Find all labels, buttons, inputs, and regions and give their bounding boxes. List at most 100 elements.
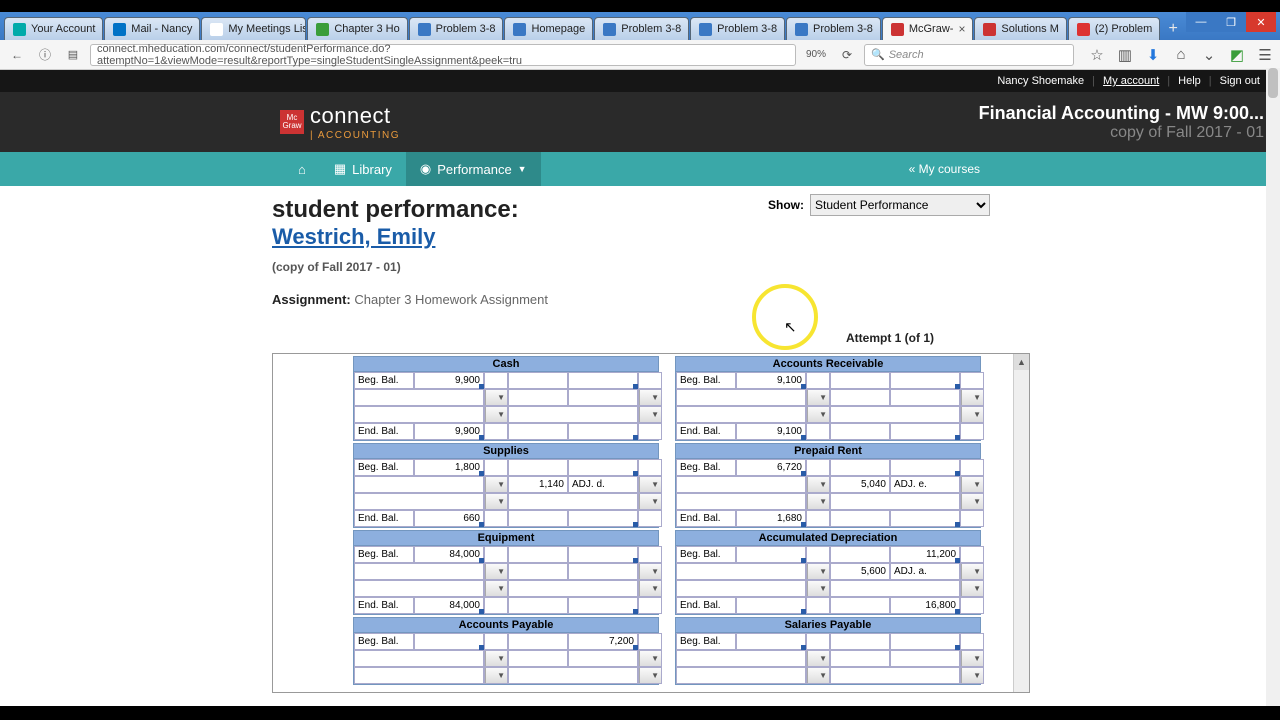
browser-tab[interactable]: Your Account [4,17,103,40]
t-cell[interactable]: ▼ [484,667,508,684]
browser-tab[interactable]: Problem 3-8 [409,17,504,40]
url-input[interactable]: connect.mheducation.com/connect/studentP… [90,44,796,66]
t-cell[interactable]: ▼ [484,406,508,423]
t-cell[interactable]: ▼ [484,493,508,510]
browser-tab[interactable]: (2) Problem [1068,17,1160,40]
t-cell[interactable]: ▼ [484,580,508,597]
reload-button[interactable]: ⟳ [836,44,858,66]
pocket-icon[interactable]: ⌄ [1200,46,1218,64]
dropdown-button[interactable]: ▼ [639,668,661,683]
dropdown-button[interactable]: ▼ [485,564,507,579]
dropdown-button[interactable]: ▼ [961,668,983,683]
student-link[interactable]: Westrich, Emily [272,224,435,249]
dropdown-button[interactable]: ▼ [807,564,829,579]
browser-tab[interactable]: Solutions M [974,17,1066,40]
dropdown-button[interactable]: ▼ [807,477,829,492]
dropdown-button[interactable]: ▼ [961,564,983,579]
dropdown-button[interactable]: ▼ [485,581,507,596]
menu-icon[interactable]: ☰ [1256,46,1274,64]
t-cell[interactable]: ▼ [484,650,508,667]
dropdown-button[interactable]: ▼ [961,494,983,509]
dropdown-button[interactable]: ▼ [961,407,983,422]
identity-icon[interactable]: ⓘ [34,44,56,66]
t-cell[interactable]: ▼ [960,476,984,493]
t-cell[interactable]: ▼ [960,493,984,510]
t-cell[interactable]: ▼ [960,580,984,597]
t-cell[interactable]: ▼ [806,406,830,423]
show-select[interactable]: Student Performance [810,194,990,216]
t-cell[interactable]: ▼ [960,389,984,406]
minimize-button[interactable]: — [1186,12,1216,32]
new-tab-button[interactable]: + [1161,17,1185,40]
zoom-level[interactable]: 90% [802,49,830,60]
dropdown-button[interactable]: ▼ [807,390,829,405]
t-cell[interactable]: ▼ [638,389,662,406]
t-cell[interactable]: ▼ [806,667,830,684]
browser-tab[interactable]: Problem 3-8 [690,17,785,40]
dropdown-button[interactable]: ▼ [639,651,661,666]
t-cell[interactable]: ▼ [960,667,984,684]
nav-performance[interactable]: ◉Performance▼ [406,152,541,186]
t-cell[interactable]: ▼ [806,476,830,493]
my-courses-link[interactable]: « My courses [891,152,1280,186]
browser-tab[interactable]: My Meetings List [201,17,306,40]
t-cell[interactable]: ▼ [484,563,508,580]
dropdown-button[interactable]: ▼ [961,390,983,405]
t-cell[interactable]: ▼ [806,580,830,597]
t-cell[interactable]: ▼ [638,580,662,597]
t-cell[interactable]: ▼ [638,563,662,580]
t-cell[interactable]: ▼ [806,563,830,580]
window-close-button[interactable]: ✕ [1246,12,1276,32]
home-icon[interactable]: ⌂ [1172,46,1190,64]
dropdown-button[interactable]: ▼ [807,581,829,596]
dropdown-button[interactable]: ▼ [807,494,829,509]
dropdown-button[interactable]: ▼ [639,494,661,509]
browser-tab[interactable]: Chapter 3 Ho [307,17,407,40]
browser-tab[interactable]: Problem 3-8 [594,17,689,40]
dropdown-button[interactable]: ▼ [807,668,829,683]
dropdown-button[interactable]: ▼ [639,581,661,596]
dropdown-button[interactable]: ▼ [961,477,983,492]
dropdown-button[interactable]: ▼ [485,668,507,683]
nav-home[interactable]: ⌂ [284,152,320,186]
dropdown-button[interactable]: ▼ [961,581,983,596]
dropdown-button[interactable]: ▼ [485,651,507,666]
t-cell[interactable]: ▼ [960,406,984,423]
t-cell[interactable]: ▼ [484,476,508,493]
dropdown-button[interactable]: ▼ [961,651,983,666]
search-input[interactable]: 🔍 Search [864,44,1074,66]
t-cell[interactable]: ▼ [806,650,830,667]
back-button[interactable]: ← [6,44,28,66]
dropdown-button[interactable]: ▼ [807,407,829,422]
nav-library[interactable]: ▦Library [320,152,406,186]
dropdown-button[interactable]: ▼ [485,494,507,509]
connect-logo[interactable]: McGraw connect | ACCOUNTING [280,103,400,141]
dropdown-button[interactable]: ▼ [485,477,507,492]
t-cell[interactable]: ▼ [638,406,662,423]
dropdown-button[interactable]: ▼ [639,477,661,492]
dropdown-button[interactable]: ▼ [485,407,507,422]
tab-close-icon[interactable]: × [958,22,965,36]
t-cell[interactable]: ▼ [638,493,662,510]
ext-icon[interactable]: ◩ [1228,46,1246,64]
dropdown-button[interactable]: ▼ [639,407,661,422]
reader-icon[interactable]: ▤ [62,44,84,66]
dropdown-button[interactable]: ▼ [485,390,507,405]
downloads-icon[interactable]: ⬇ [1144,46,1162,64]
dropdown-button[interactable]: ▼ [639,390,661,405]
my-account-link[interactable]: My account [1103,75,1159,87]
worksheet-scrollbar[interactable]: ▲ [1013,354,1029,692]
t-cell[interactable]: ▼ [484,389,508,406]
t-cell[interactable]: ▼ [806,389,830,406]
browser-tab[interactable]: Homepage [504,17,593,40]
bookmark-star-icon[interactable]: ☆ [1088,46,1106,64]
browser-tab[interactable]: Problem 3-8 [786,17,881,40]
browser-tab[interactable]: McGraw-× [882,17,974,40]
t-cell[interactable]: ▼ [806,493,830,510]
browser-tab[interactable]: Mail - Nancy [104,17,200,40]
dropdown-button[interactable]: ▼ [639,564,661,579]
t-cell[interactable]: ▼ [960,650,984,667]
t-cell[interactable]: ▼ [638,476,662,493]
help-link[interactable]: Help [1178,75,1201,87]
library-icon[interactable]: ▥ [1116,46,1134,64]
